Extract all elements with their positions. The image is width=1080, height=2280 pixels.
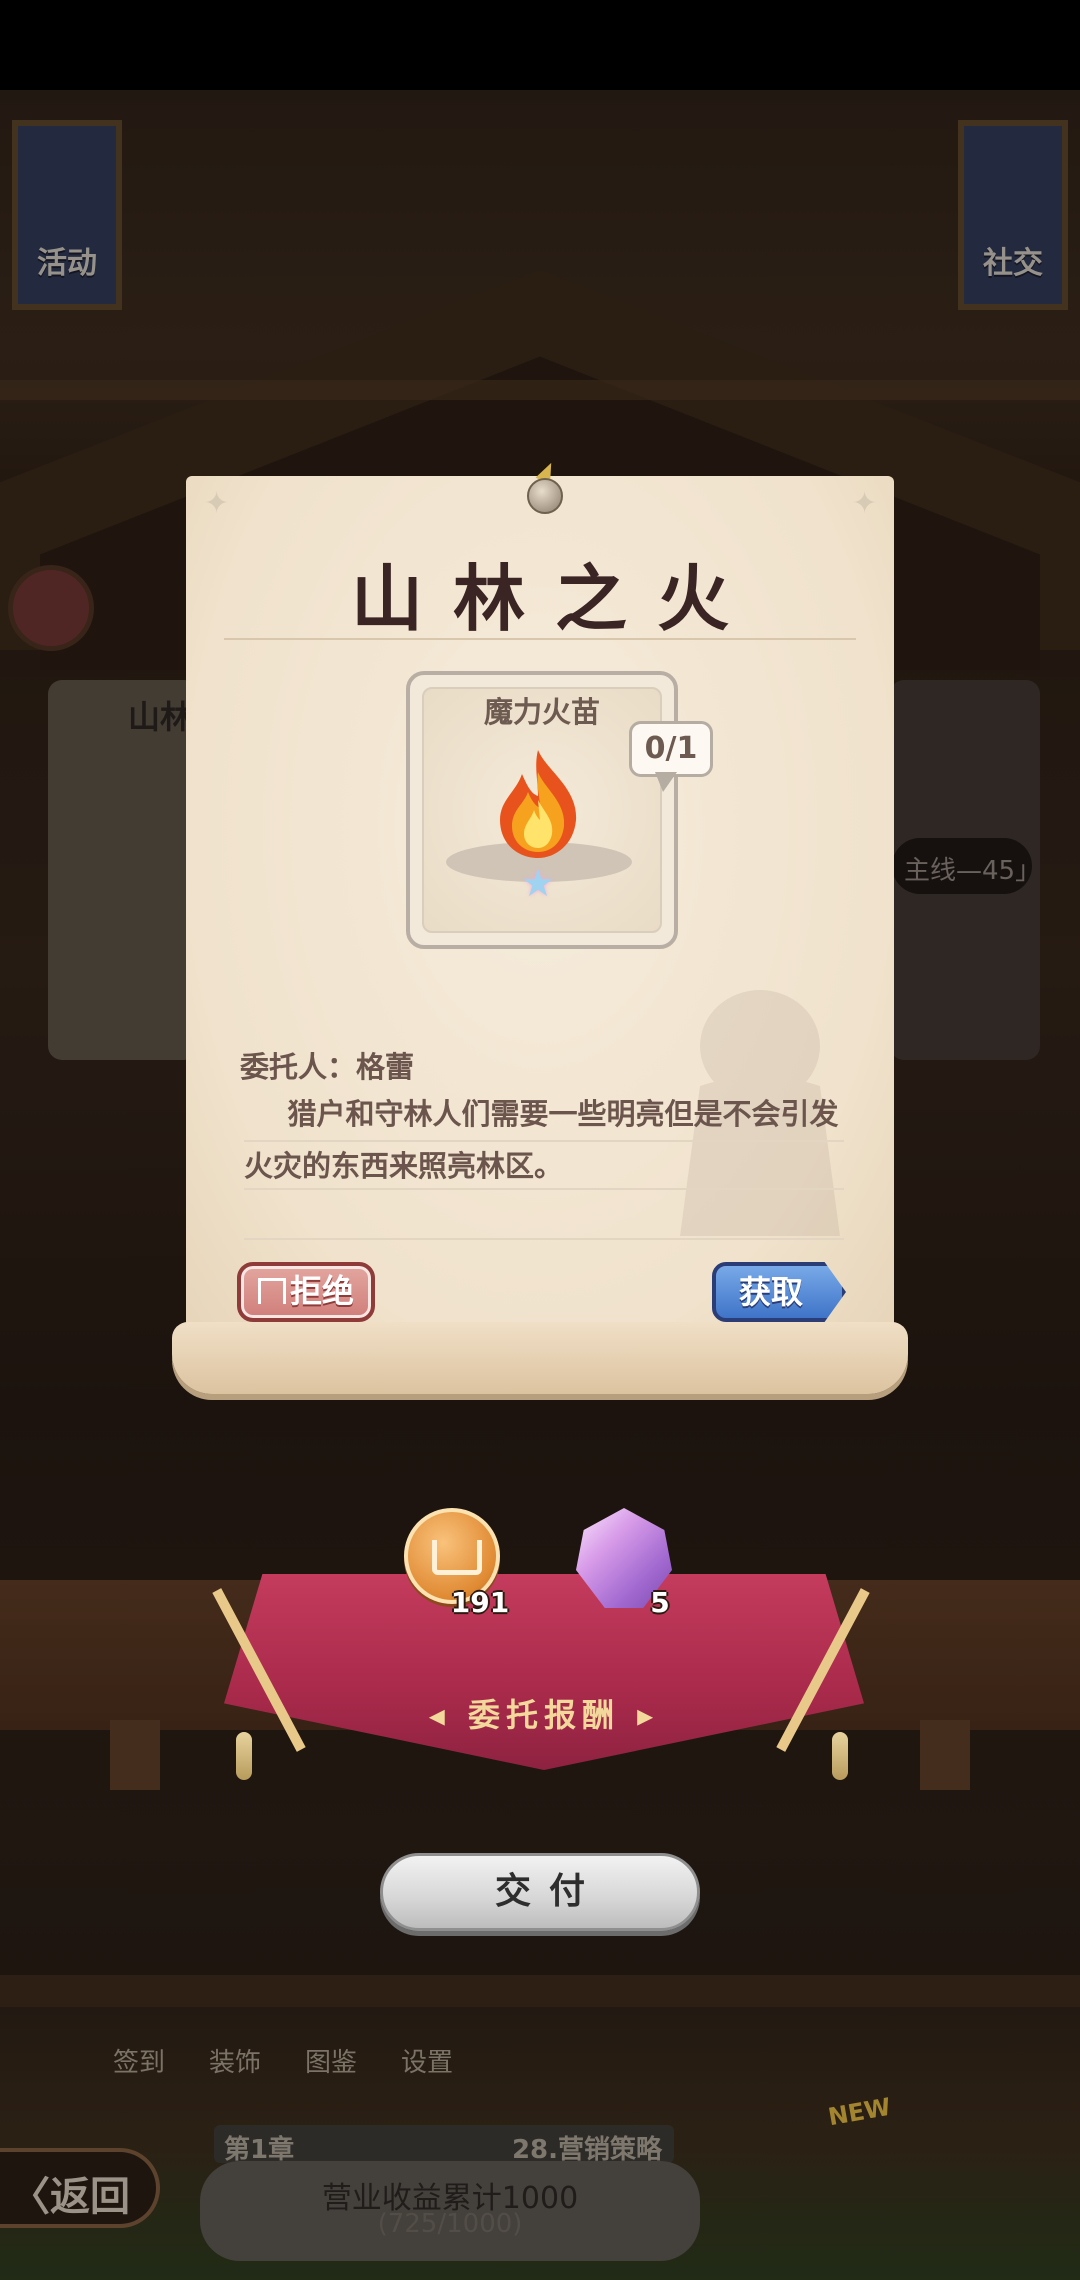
- sparkle-icon: ✦: [204, 486, 230, 521]
- client-name: 委托人：格蕾: [240, 1050, 415, 1084]
- flame-icon: [500, 750, 577, 858]
- obtain-button[interactable]: 获取: [712, 1262, 846, 1322]
- gem-count: 5: [650, 1586, 670, 1619]
- deliver-button[interactable]: 交付: [380, 1853, 700, 1931]
- item-count-bubble: 0/1: [629, 721, 713, 777]
- refuse-button[interactable]: 拒绝: [237, 1262, 375, 1322]
- tassel-left: [236, 1732, 252, 1780]
- bubble-tail: [655, 772, 677, 792]
- title-divider: [224, 638, 856, 640]
- pin-icon: [527, 478, 563, 514]
- rainbow-star-icon: ★: [521, 861, 556, 905]
- tassel-right: [832, 1732, 848, 1780]
- text-rule: [244, 1238, 844, 1240]
- quest-title: 山林之火: [350, 557, 759, 641]
- reward-label-text: 委托报酬: [467, 1696, 620, 1734]
- refuse-icon: [257, 1278, 286, 1304]
- text-rule: [244, 1140, 844, 1142]
- coin-count: 191: [450, 1586, 510, 1619]
- scroll-roll: [172, 1322, 908, 1394]
- refuse-label: 拒绝: [289, 1272, 354, 1310]
- text-rule: [244, 1188, 844, 1190]
- sparkle-icon: ✦: [852, 486, 878, 521]
- reward-label: ◂ 委托报酬 ▸: [428, 1696, 660, 1734]
